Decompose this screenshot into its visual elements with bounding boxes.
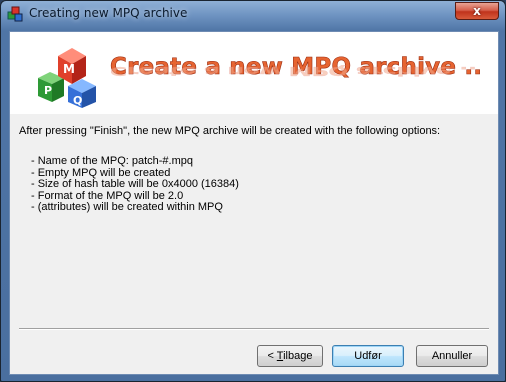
options-list: - Name of the MPQ: patch-#.mpq - Empty M… [31, 155, 239, 214]
back-button-prefix: < [267, 350, 277, 362]
logo-letter-m: M [63, 62, 75, 76]
cancel-button[interactable]: Annuller [416, 345, 488, 367]
app-icon [7, 6, 23, 22]
dialog-window: Creating new MPQ archive x P M Q Create … [0, 0, 506, 382]
option-item: - Name of the MPQ: patch-#.mpq [31, 155, 194, 167]
back-button-label: ilbage [283, 350, 313, 362]
footer-separator [19, 328, 489, 330]
banner-title-reflection: Create a new MPQ archive .. [110, 63, 477, 79]
intro-text: After pressing "Finish", the new MPQ arc… [19, 125, 441, 137]
close-icon: x [473, 4, 481, 18]
logo-letter-p: P [44, 84, 52, 97]
header-banner: P M Q Create a new MPQ archive .. Create… [10, 32, 498, 114]
title-bar[interactable]: Creating new MPQ archive x [1, 1, 505, 27]
logo-letter-q: Q [73, 94, 82, 107]
back-button[interactable]: < Tilbage [257, 345, 323, 367]
window-title: Creating new MPQ archive [29, 6, 188, 20]
close-button[interactable]: x [455, 2, 499, 20]
finish-button[interactable]: Udfør [332, 345, 404, 367]
wizard-page: P M Q Create a new MPQ archive .. Create… [9, 31, 499, 375]
option-item: - (attributes) will be created within MP… [31, 201, 223, 214]
mpq-cubes-logo-icon: P M Q [38, 48, 96, 108]
